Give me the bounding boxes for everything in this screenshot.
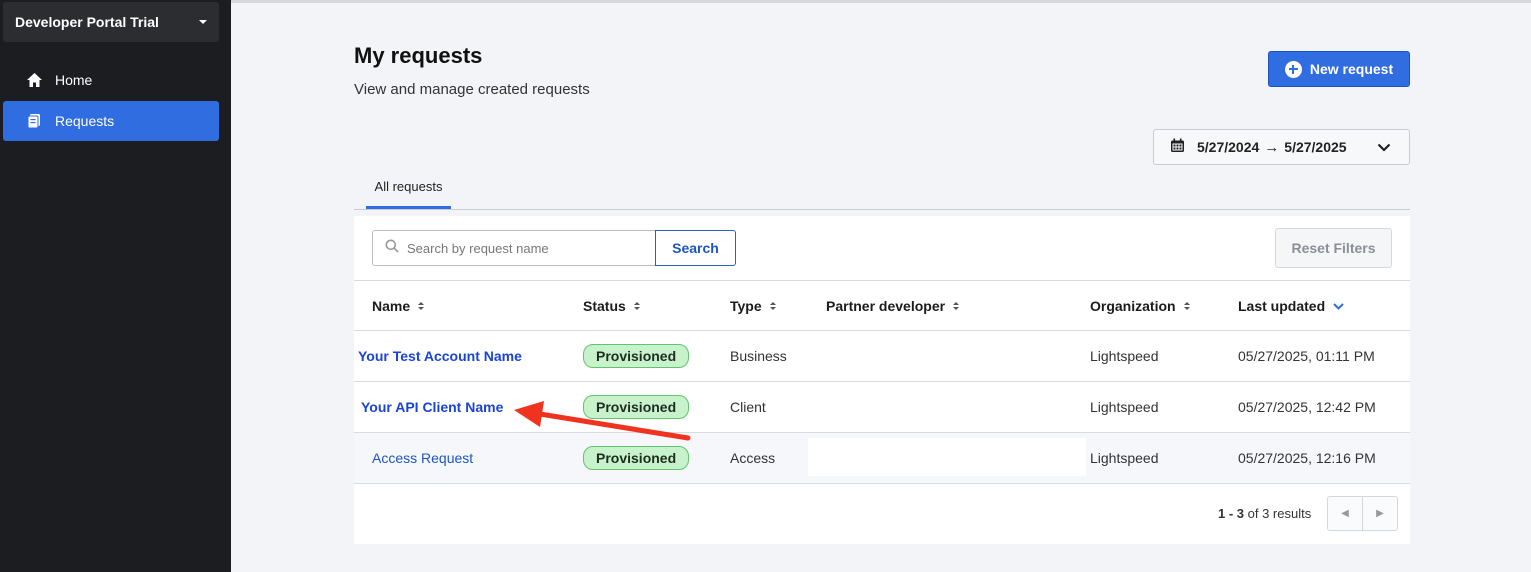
status-badge: Provisioned [583, 344, 690, 368]
search-input[interactable] [407, 240, 647, 256]
new-request-button[interactable]: New request [1268, 51, 1410, 87]
results-range: 1 - 3 [1218, 506, 1245, 521]
organization-cell: Lightspeed [1090, 450, 1159, 466]
last-updated-cell: 05/27/2025, 12:42 PM [1238, 399, 1376, 415]
sidebar-item-requests[interactable]: Requests [3, 101, 219, 141]
sidebar: Developer Portal Trial Home Requests [0, 0, 231, 572]
request-name-link[interactable]: Access Request [372, 450, 473, 466]
column-header-organization[interactable]: Organization [1090, 298, 1190, 314]
pagination-controls: ◀ ▶ [1327, 496, 1398, 531]
chevron-down-icon [1377, 139, 1391, 155]
previous-page-button[interactable]: ◀ [1328, 497, 1363, 530]
sidebar-item-label: Requests [55, 113, 115, 129]
requests-icon [25, 112, 43, 130]
type-cell: Business [730, 348, 787, 364]
sidebar-item-label: Home [55, 72, 93, 88]
column-header-label: Last updated [1238, 298, 1326, 314]
sort-descending-icon [1333, 302, 1344, 310]
last-updated-cell: 05/27/2025, 01:11 PM [1238, 348, 1375, 364]
request-name-link[interactable]: Your API Client Name [361, 399, 503, 415]
portal-name: Developer Portal Trial [15, 14, 159, 30]
page-subtitle: View and manage created requests [354, 81, 590, 98]
sort-icon [1183, 302, 1190, 310]
column-header-label: Partner developer [826, 298, 946, 314]
column-header-type[interactable]: Type [730, 298, 776, 314]
new-request-label: New request [1309, 61, 1394, 77]
column-header-label: Organization [1090, 298, 1176, 314]
column-header-label: Name [372, 298, 411, 314]
chevron-right-icon: ▶ [1376, 508, 1384, 519]
next-page-button[interactable]: ▶ [1363, 497, 1397, 530]
sidebar-item-home[interactable]: Home [3, 60, 219, 100]
column-header-status[interactable]: Status [583, 298, 640, 314]
tab-all-requests[interactable]: All requests [366, 178, 451, 209]
last-updated-cell: 05/27/2025, 12:16 PM [1238, 450, 1376, 466]
search-icon [385, 239, 399, 258]
type-cell: Client [730, 399, 766, 415]
column-header-name[interactable]: Name [372, 298, 425, 314]
sort-icon [769, 302, 776, 310]
column-header-last-updated[interactable]: Last updated [1238, 298, 1344, 314]
requests-card: Search Reset Filters Name Status Type Pa… [354, 216, 1410, 544]
search-button[interactable]: Search [655, 230, 736, 266]
sort-icon [633, 302, 640, 310]
column-header-partner-developer[interactable]: Partner developer [826, 298, 960, 314]
divider [354, 483, 1410, 484]
type-cell: Access [730, 450, 776, 466]
organization-cell: Lightspeed [1090, 348, 1159, 364]
column-header-label: Status [583, 298, 626, 314]
status-badge: Provisioned [583, 446, 690, 470]
date-range-end: 5/27/2025 [1284, 139, 1347, 155]
top-divider [231, 0, 1531, 3]
caret-down-icon [199, 20, 207, 24]
chevron-left-icon: ◀ [1341, 508, 1349, 519]
sort-icon [418, 302, 425, 310]
tab-divider [354, 209, 1410, 210]
portal-selector[interactable]: Developer Portal Trial [3, 2, 219, 42]
page-title: My requests [354, 43, 483, 68]
search-field[interactable] [372, 230, 656, 266]
organization-cell: Lightspeed [1090, 399, 1159, 415]
reset-filters-button[interactable]: Reset Filters [1275, 228, 1392, 268]
divider [354, 280, 1410, 281]
table-row[interactable]: Your Test Account Name Provisioned Busin… [354, 331, 1410, 381]
arrow-right-icon: → [1264, 138, 1280, 156]
sort-icon [953, 302, 960, 310]
date-range-picker[interactable]: 5/27/2024 → 5/27/2025 [1153, 129, 1410, 165]
column-header-label: Type [730, 298, 762, 314]
annotation-arrow-icon [514, 401, 691, 441]
date-range-start: 5/27/2024 [1197, 139, 1260, 155]
home-icon [25, 71, 43, 89]
plus-circle-icon [1284, 60, 1302, 78]
request-name-link[interactable]: Your Test Account Name [358, 348, 522, 364]
redacted-area [808, 438, 1086, 476]
results-count: 1 - 3 of 3 results [1218, 506, 1311, 521]
calendar-icon [1170, 138, 1185, 156]
results-total: of 3 results [1247, 506, 1312, 521]
